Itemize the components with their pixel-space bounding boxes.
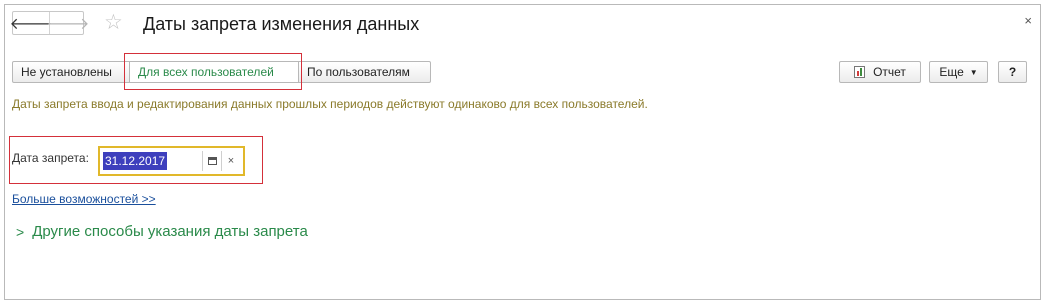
tab-not-set[interactable]: Не установлены [12, 61, 130, 83]
clear-icon: × [227, 155, 235, 167]
hint-text: Даты запрета ввода и редактирования данн… [12, 97, 648, 111]
navigation-buttons: 🡐 🡒 [10, 11, 89, 35]
close-icon[interactable]: × [1024, 13, 1032, 28]
more-label: Еще [939, 65, 964, 79]
date-field-label: Дата запрета: [12, 151, 89, 165]
date-input[interactable]: 31.12.2017 [103, 151, 168, 171]
tab-by-users[interactable]: По пользователям [298, 61, 431, 83]
chevron-down-icon: ▼ [969, 67, 978, 77]
back-button[interactable]: 🡐 [10, 12, 53, 34]
clear-button[interactable]: × [221, 151, 240, 171]
tab-label: Не установлены [21, 65, 112, 79]
calendar-button[interactable] [202, 151, 221, 171]
mode-tabs: Не установлены Для всех пользователей По… [12, 61, 431, 83]
report-label: Отчет [873, 65, 906, 79]
other-methods-group[interactable]: > Другие способы указания даты запрета [16, 223, 308, 240]
help-label: ? [1008, 65, 1017, 79]
more-button[interactable]: Еще ▼ [929, 61, 988, 83]
calendar-icon [207, 157, 217, 165]
date-field[interactable]: 31.12.2017 × [98, 146, 245, 176]
tab-label: По пользователям [307, 65, 410, 79]
help-button[interactable]: ? [998, 61, 1027, 83]
form-window: 🡐 🡒 ☆ Даты запрета изменения данных × Не… [4, 4, 1041, 300]
chevron-right-icon: > [16, 223, 25, 240]
page-title: Даты запрета изменения данных [143, 14, 420, 34]
report-icon [854, 66, 866, 78]
forward-button[interactable]: 🡒 [47, 12, 89, 34]
report-button[interactable]: Отчет [839, 61, 921, 83]
star-icon[interactable]: ☆ [104, 11, 123, 35]
arrow-right-icon: 🡒 [46, 15, 90, 33]
group-title-label: Другие способы указания даты запрета [32, 223, 308, 240]
tab-label: Для всех пользователей [138, 65, 274, 79]
tab-for-all-users[interactable]: Для всех пользователей [129, 61, 299, 83]
more-options-link[interactable]: Больше возможностей >> [12, 192, 156, 206]
date-value: 31.12.2017 [103, 152, 168, 170]
